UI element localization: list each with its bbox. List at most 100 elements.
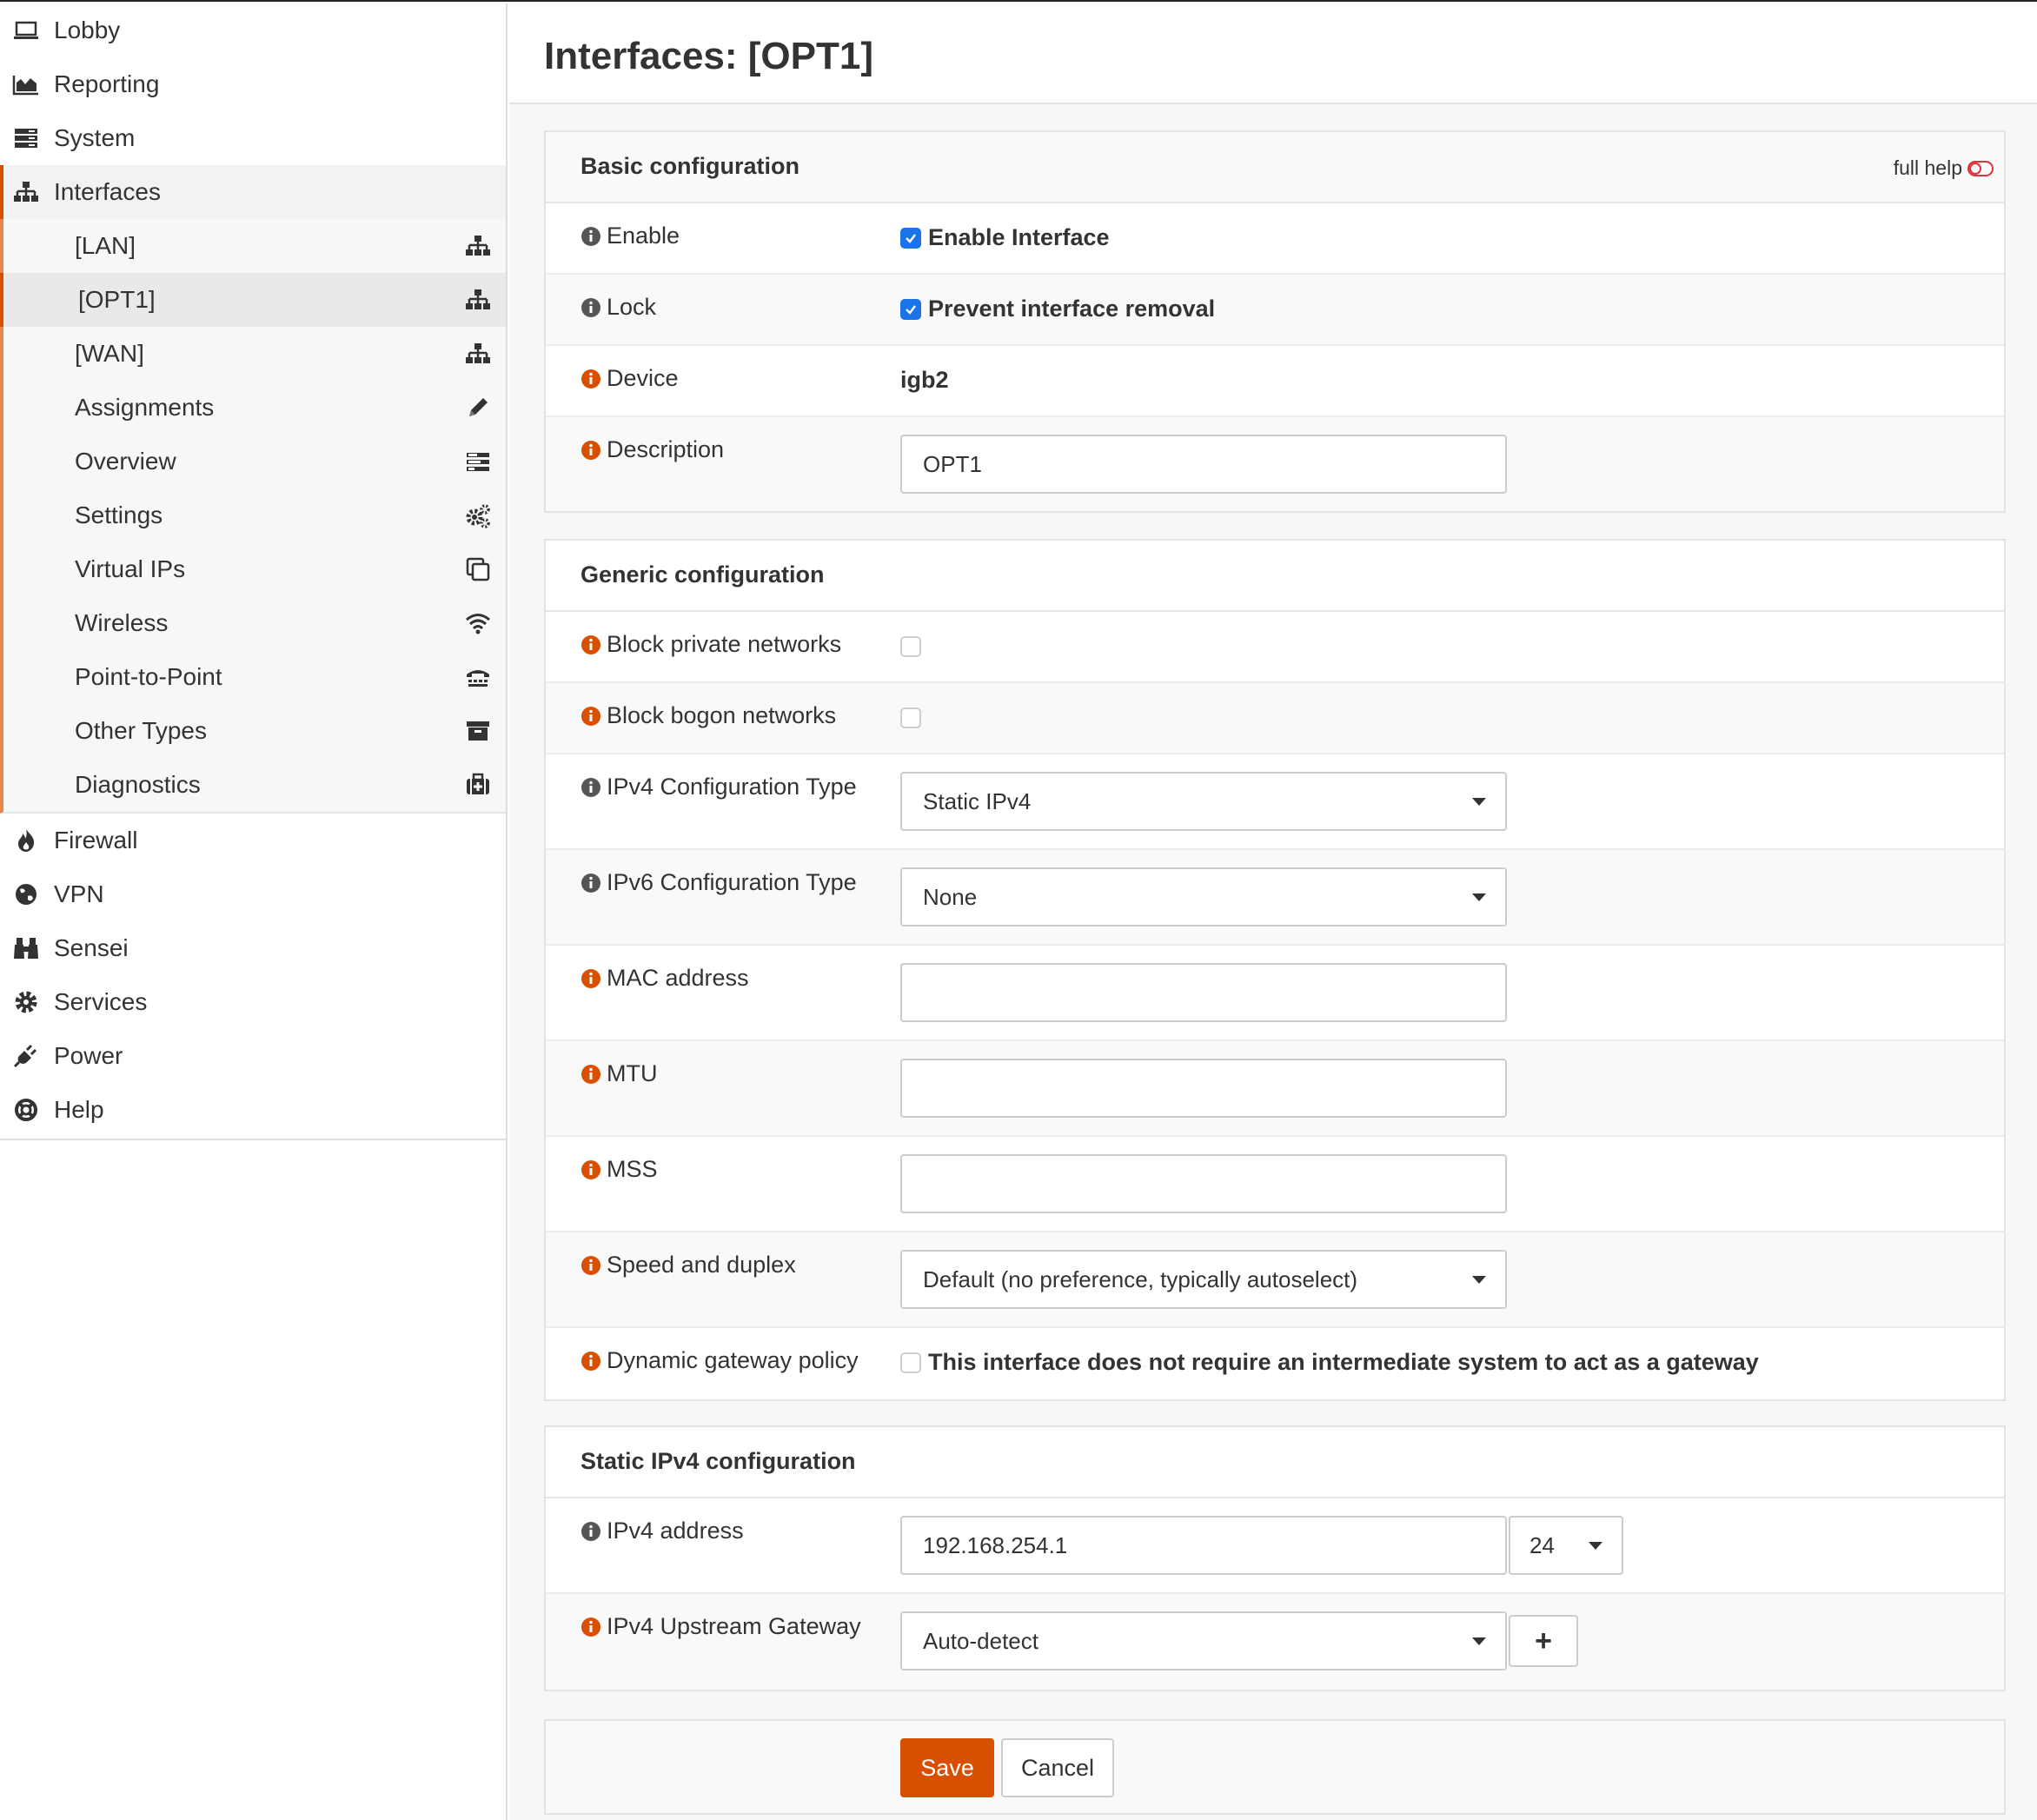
chevron-down-icon	[1472, 798, 1486, 806]
speed-select[interactable]: Default (no preference, typically autose…	[900, 1250, 1507, 1309]
nav-system-label: System	[54, 124, 136, 151]
mtu-label: MTU	[581, 1060, 657, 1087]
ipv6-type-select[interactable]: None	[900, 867, 1507, 927]
block-bogon-label: Block bogon networks	[581, 702, 836, 729]
nav-vpn[interactable]: VPN	[0, 867, 506, 921]
prevent-removal-checkbox[interactable]	[900, 298, 921, 320]
ipv6-type-label: IPv6 Configuration Type	[581, 869, 857, 896]
info-icon[interactable]	[581, 1255, 601, 1276]
chevron-down-icon	[1472, 1637, 1486, 1645]
wifi-icon	[466, 614, 490, 634]
subnav-overview-label: Overview	[75, 448, 176, 475]
row-speed: Speed and duplex Default (no preference,…	[546, 1232, 2004, 1328]
fire-icon	[18, 829, 35, 852]
basic-config-header: Basic configuration full help	[546, 132, 2004, 203]
cancel-button[interactable]: Cancel	[1001, 1738, 1114, 1797]
subnav-assignments[interactable]: Assignments	[3, 381, 506, 435]
nav-lobby[interactable]: Lobby	[0, 3, 506, 57]
description-label: Description	[581, 436, 724, 463]
nav-sensei[interactable]: Sensei	[0, 921, 506, 975]
block-private-checkbox[interactable]	[900, 636, 921, 657]
info-icon[interactable]	[581, 440, 601, 461]
mss-label-text: MSS	[607, 1156, 658, 1182]
add-gateway-button[interactable]: +	[1509, 1615, 1578, 1667]
subnav-virtual-ips[interactable]: Virtual IPs	[3, 542, 506, 596]
mac-input[interactable]	[900, 963, 1507, 1022]
info-icon[interactable]	[581, 1159, 601, 1180]
subnav-assignments-label: Assignments	[75, 394, 215, 421]
block-private-label-text: Block private networks	[607, 631, 842, 657]
info-icon[interactable]	[581, 1064, 601, 1085]
speed-label: Speed and duplex	[581, 1252, 796, 1279]
nav-reporting[interactable]: Reporting	[0, 57, 506, 111]
ipv4-gateway-select[interactable]: Auto-detect	[900, 1611, 1507, 1671]
nav-vpn-label: VPN	[54, 880, 104, 907]
info-icon[interactable]	[581, 968, 601, 989]
row-mac: MAC address	[546, 946, 2004, 1041]
subnav-virtual-ips-label: Virtual IPs	[75, 555, 186, 582]
subnav-wan[interactable]: [WAN]	[3, 327, 506, 381]
description-label-text: Description	[607, 436, 725, 462]
info-icon[interactable]	[581, 706, 601, 727]
nav-sensei-label: Sensei	[54, 934, 129, 961]
info-icon[interactable]	[581, 777, 601, 798]
nav-firewall[interactable]: Firewall	[0, 814, 506, 867]
save-button[interactable]: Save	[900, 1738, 994, 1797]
ipv4-type-label: IPv4 Configuration Type	[581, 774, 857, 800]
subnav-opt1[interactable]: [OPT1]	[0, 273, 506, 327]
info-icon[interactable]	[581, 1617, 601, 1637]
subnav-diagnostics[interactable]: Diagnostics	[3, 758, 506, 812]
ipv4-address-label: IPv4 address	[581, 1518, 744, 1544]
mss-input[interactable]	[900, 1154, 1507, 1213]
ipv4-gateway-label-text: IPv4 Upstream Gateway	[607, 1613, 861, 1639]
nav-services[interactable]: Services	[0, 975, 506, 1029]
full-help-toggle[interactable]: full help	[1894, 156, 1994, 180]
device-value: igb2	[900, 367, 949, 393]
ipv4-address-input[interactable]: 192.168.254.1	[900, 1516, 1507, 1575]
toggle-off-icon	[1967, 160, 1994, 176]
description-input[interactable]: OPT1	[900, 435, 1507, 494]
nav-services-label: Services	[54, 988, 148, 1015]
device-label-text: Device	[607, 365, 679, 391]
sidebar-divider	[0, 1139, 506, 1140]
info-icon[interactable]	[581, 1351, 601, 1372]
archive-icon	[467, 721, 489, 741]
subnav-wireless[interactable]: Wireless	[3, 596, 506, 650]
info-icon[interactable]	[581, 873, 601, 893]
info-icon[interactable]	[581, 226, 601, 247]
info-icon[interactable]	[581, 369, 601, 389]
description-field-wrap: OPT1	[900, 435, 1507, 494]
subnav-overview[interactable]: Overview	[3, 435, 506, 488]
nav-interfaces[interactable]: Interfaces	[0, 165, 506, 219]
device-label: Device	[581, 365, 679, 392]
tty-icon	[467, 670, 489, 687]
block-bogon-checkbox[interactable]	[900, 707, 921, 728]
globe-icon	[16, 884, 36, 905]
generic-config-panel: Generic configuration Block private netw…	[544, 539, 2006, 1401]
info-icon[interactable]	[581, 634, 601, 655]
ipv4-type-select[interactable]: Static IPv4	[900, 772, 1507, 831]
subnav-point-to-point-label: Point-to-Point	[75, 663, 222, 690]
subnav-point-to-point[interactable]: Point-to-Point	[3, 650, 506, 704]
subnav-settings[interactable]: Settings	[3, 488, 506, 542]
subnet-prefix-select[interactable]: 24	[1509, 1516, 1623, 1575]
subnav-wireless-label: Wireless	[75, 609, 169, 636]
subnav-lan[interactable]: [LAN]	[3, 219, 506, 273]
nav-help[interactable]: Help	[0, 1083, 506, 1137]
info-icon[interactable]	[581, 1521, 601, 1542]
dyn-gw-checkbox[interactable]	[900, 1352, 921, 1373]
row-device: Device igb2	[546, 346, 2004, 417]
mtu-input[interactable]	[900, 1059, 1507, 1118]
generic-config-header: Generic configuration	[546, 541, 2004, 612]
dyn-gw-label: Dynamic gateway policy	[581, 1347, 859, 1374]
mac-label-text: MAC address	[607, 965, 749, 991]
ipv6-type-value: None	[923, 883, 978, 910]
subnet-prefix-value: 24	[1529, 1531, 1555, 1558]
nav-system[interactable]: System	[0, 111, 506, 165]
subnav-other-types[interactable]: Other Types	[3, 704, 506, 758]
info-icon[interactable]	[581, 297, 601, 318]
enable-interface-checkbox[interactable]	[900, 227, 921, 249]
row-block-bogon: Block bogon networks	[546, 683, 2004, 754]
nav-power[interactable]: Power	[0, 1029, 506, 1083]
chevron-down-icon	[1589, 1542, 1602, 1550]
